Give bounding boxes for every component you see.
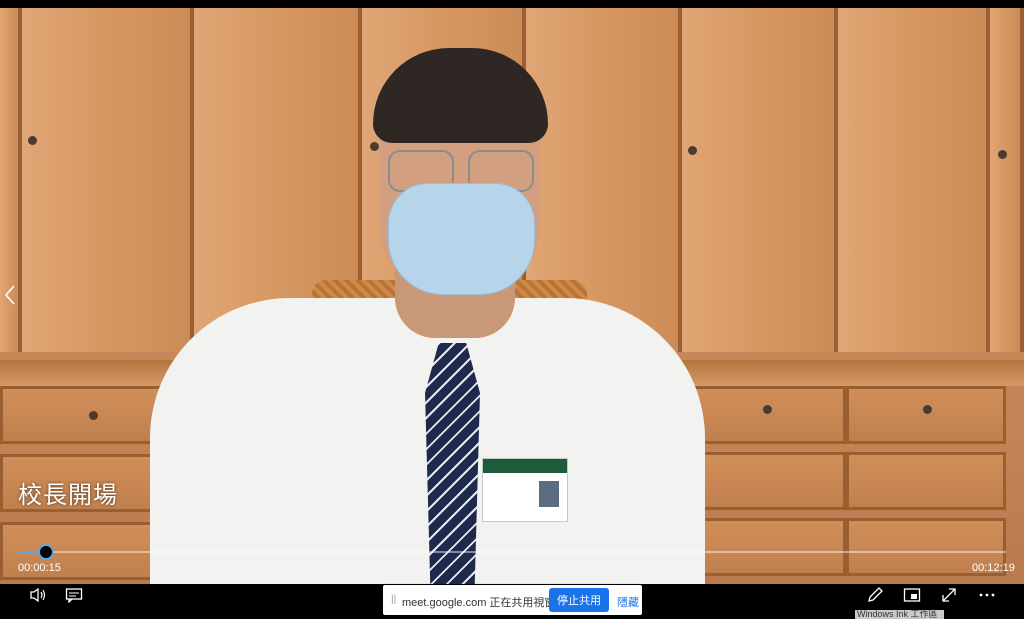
chevron-left-icon[interactable] bbox=[4, 285, 16, 311]
face-mask bbox=[388, 183, 535, 295]
video-frame[interactable] bbox=[0, 8, 1024, 584]
progress-thumb[interactable] bbox=[37, 544, 54, 560]
video-caption: 校長開場 bbox=[18, 481, 118, 509]
elapsed-time: 00:00:15 bbox=[18, 562, 61, 574]
necktie bbox=[425, 343, 480, 584]
windows-ink-tooltip: Windows Ink 工作區 bbox=[855, 610, 944, 619]
screen-share-bar: || meet.google.com 正在共用視窗。 停止共用 隱藏 bbox=[383, 585, 642, 615]
mini-view-icon[interactable] bbox=[900, 586, 924, 604]
stop-sharing-button[interactable]: 停止共用 bbox=[549, 588, 609, 612]
more-icon[interactable] bbox=[975, 586, 999, 604]
duration-time: 00:12:19 bbox=[972, 562, 1015, 574]
volume-icon[interactable] bbox=[26, 586, 50, 604]
progress-fill bbox=[18, 551, 38, 553]
progress-track[interactable] bbox=[18, 544, 1006, 560]
share-message: meet.google.com 正在共用視窗。 bbox=[402, 597, 567, 609]
drag-handle-icon[interactable]: || bbox=[391, 594, 396, 605]
subtitles-icon[interactable] bbox=[62, 586, 86, 604]
hide-share-bar-link[interactable]: 隱藏 bbox=[617, 594, 639, 610]
pen-icon[interactable] bbox=[863, 586, 887, 604]
id-badge bbox=[482, 458, 568, 522]
fullscreen-icon[interactable] bbox=[937, 586, 961, 604]
